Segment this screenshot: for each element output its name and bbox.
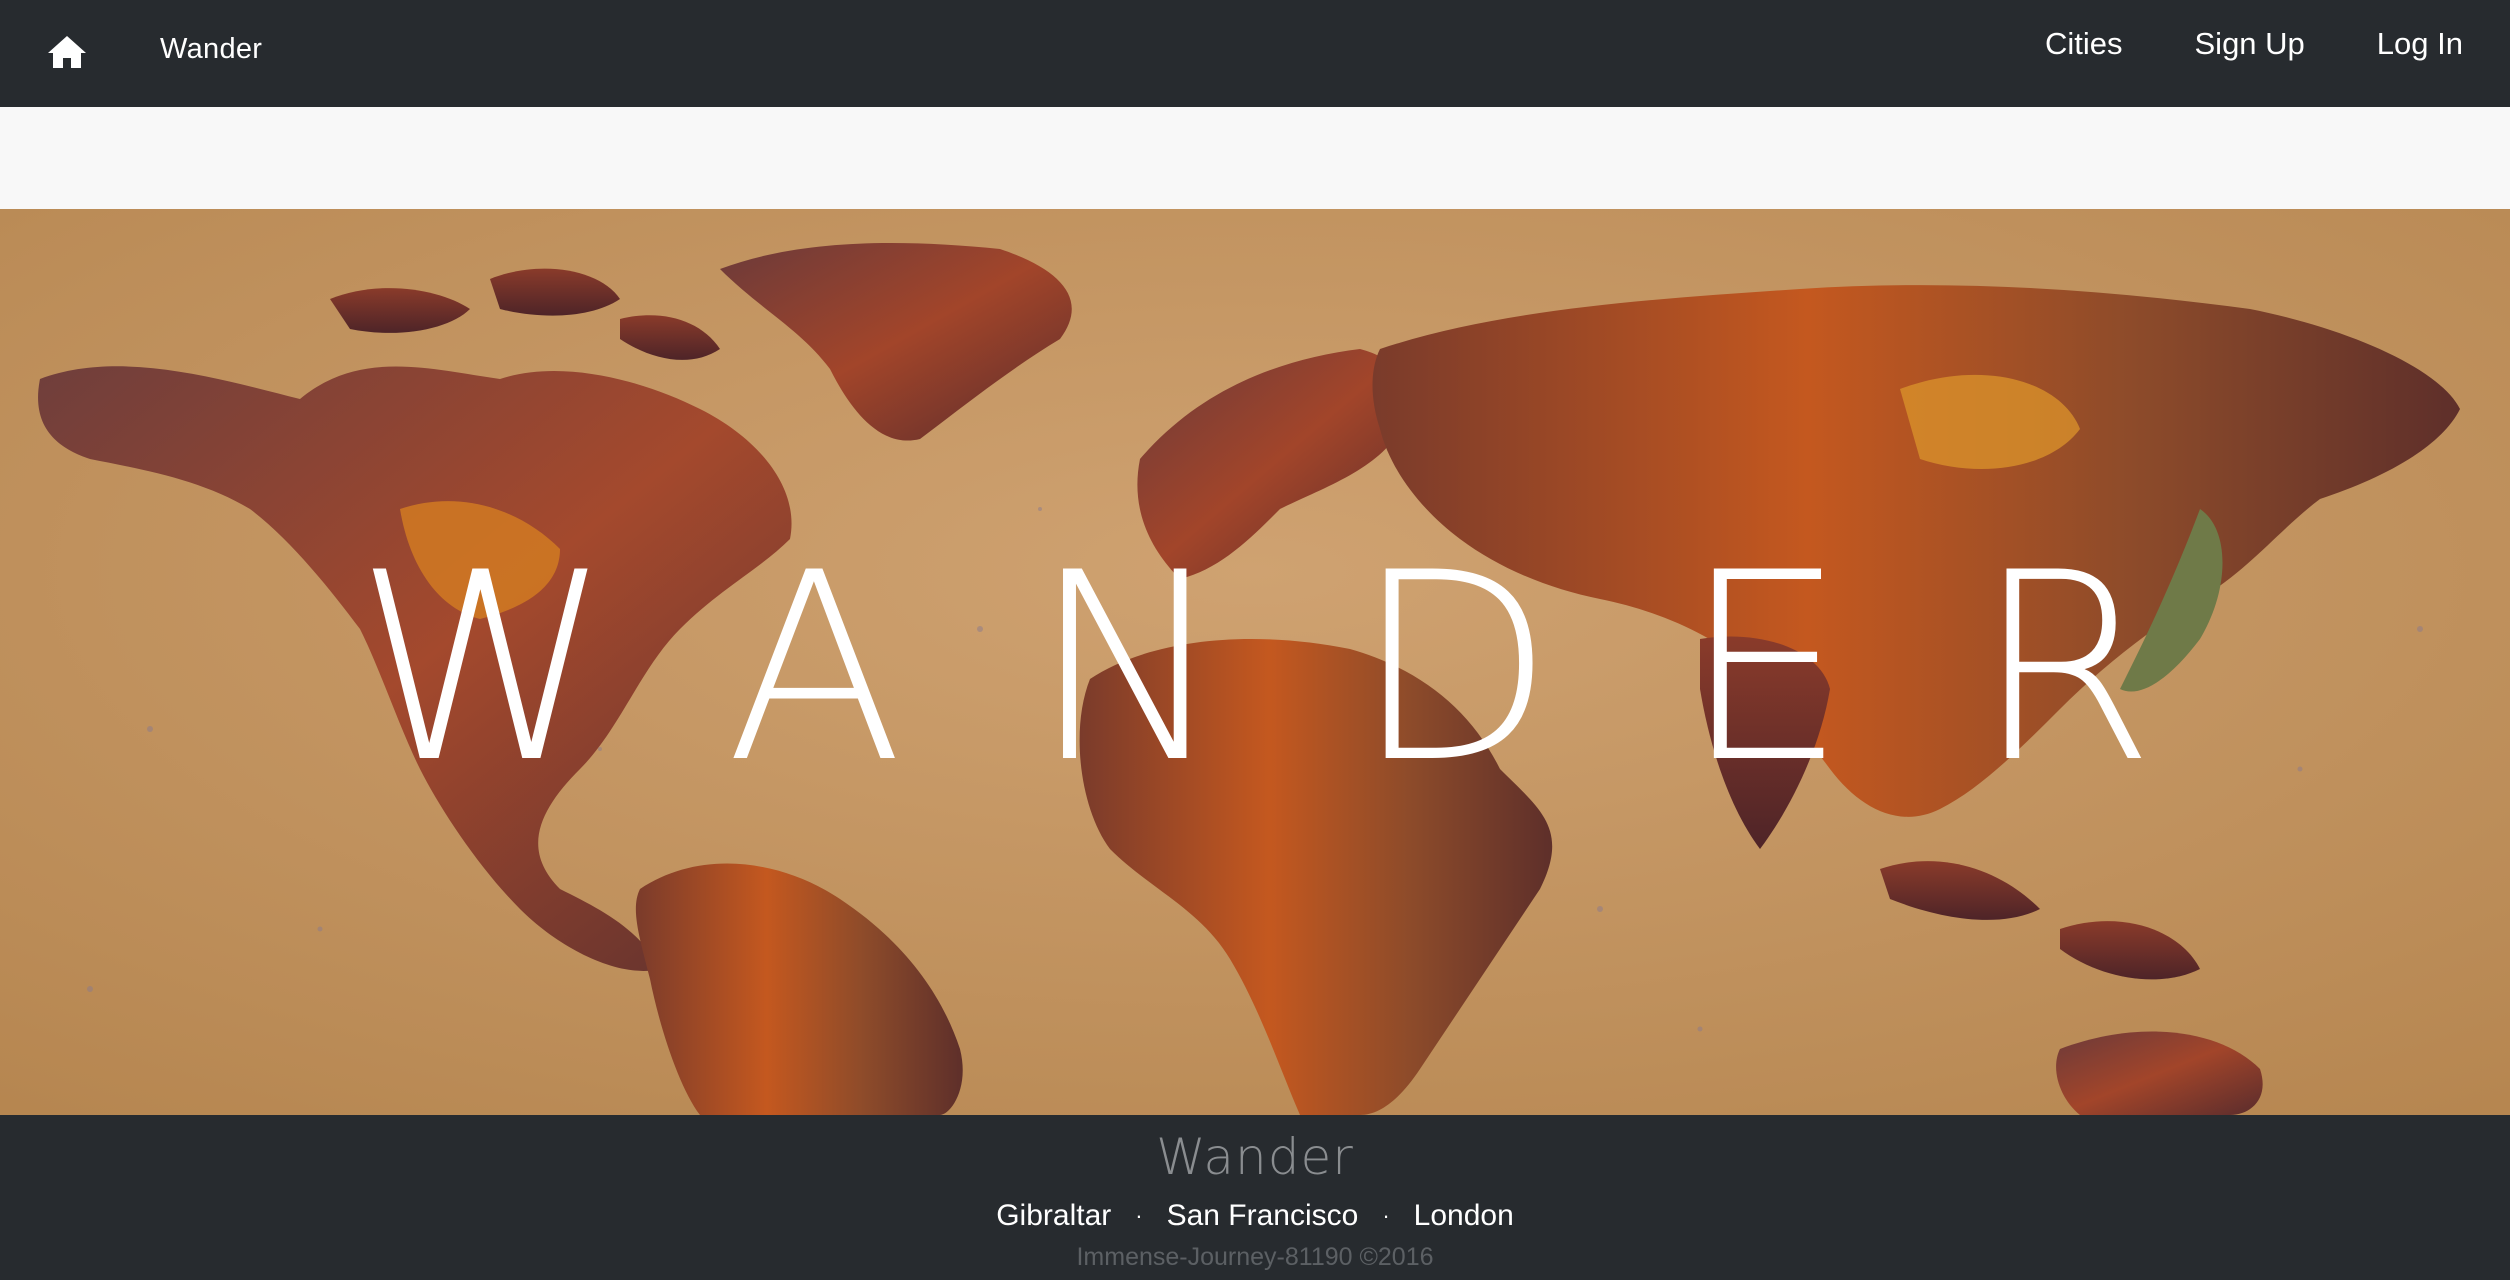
hero-banner: WANDER bbox=[0, 209, 2510, 1115]
footer-copyright: Immense-Journey-81190 ©2016 bbox=[1076, 1243, 1434, 1271]
nav-links: Cities Sign Up Log In bbox=[2045, 26, 2463, 62]
home-icon[interactable] bbox=[46, 34, 88, 70]
footer-city-gibraltar[interactable]: Gibraltar bbox=[996, 1199, 1111, 1233]
nav-link-log-in[interactable]: Log In bbox=[2377, 26, 2463, 62]
footer-separator: · bbox=[1382, 1203, 1390, 1228]
footer-separator: · bbox=[1135, 1203, 1143, 1228]
footer-city-london[interactable]: London bbox=[1414, 1199, 1514, 1233]
page-spacer bbox=[0, 107, 2510, 209]
nav-link-sign-up[interactable]: Sign Up bbox=[2195, 26, 2305, 62]
footer-title: Wander bbox=[1156, 1128, 1354, 1186]
brand-link[interactable]: Wander bbox=[160, 33, 262, 66]
footer: Wander Gibraltar · San Francisco · Londo… bbox=[0, 1115, 2510, 1280]
top-navbar: Wander Cities Sign Up Log In bbox=[0, 0, 2510, 107]
nav-link-cities[interactable]: Cities bbox=[2045, 26, 2123, 62]
footer-city-san-francisco[interactable]: San Francisco bbox=[1167, 1199, 1359, 1233]
footer-city-links: Gibraltar · San Francisco · London bbox=[0, 1199, 2510, 1233]
hero-title: WANDER bbox=[354, 518, 2284, 820]
